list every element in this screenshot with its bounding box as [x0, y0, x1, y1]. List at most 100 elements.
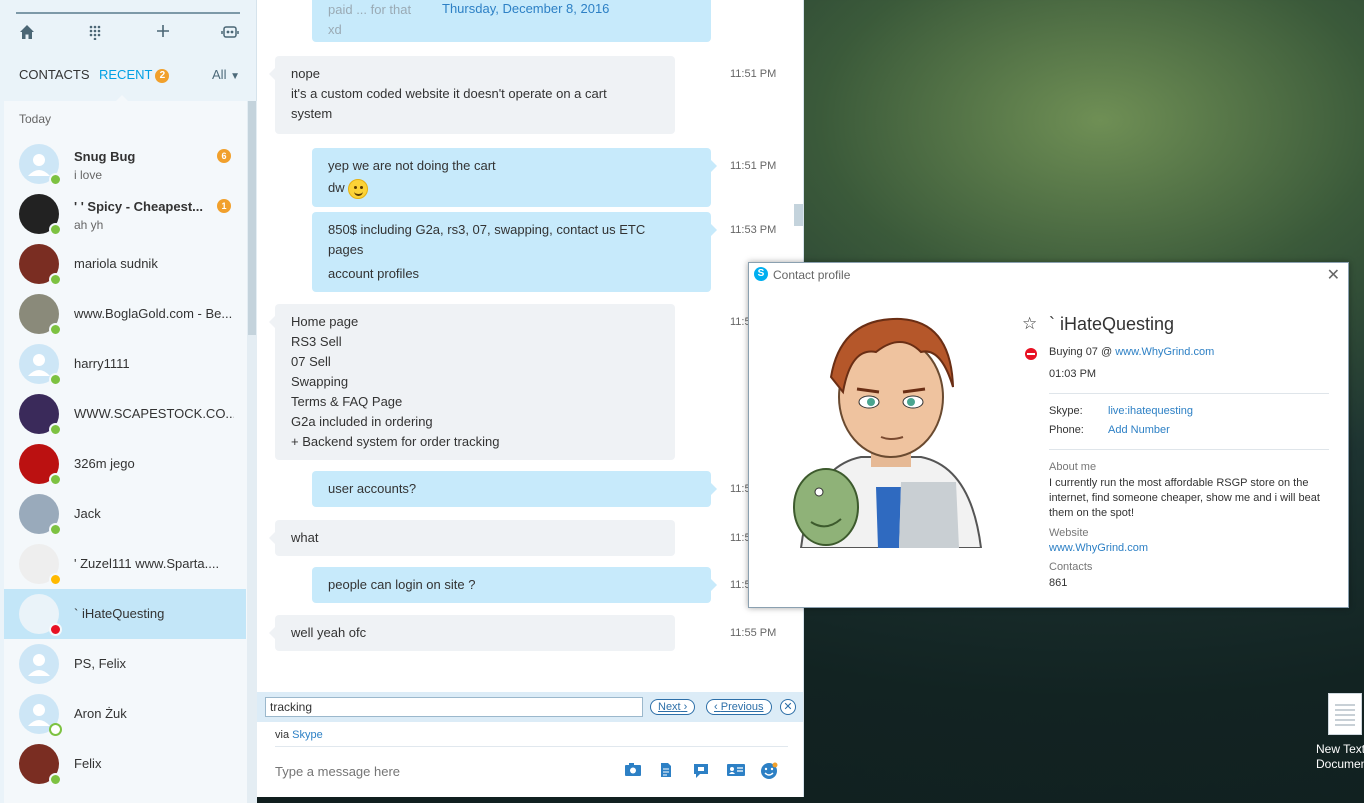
contact-row[interactable]: ' ' Spicy - Cheapest... ah yh 1	[4, 189, 246, 239]
list-scroll-thumb[interactable]	[248, 101, 256, 335]
chevron-down-icon: ▼	[230, 71, 240, 82]
close-icon[interactable]: ✕	[1327, 265, 1340, 285]
filter-dropdown[interactable]: All ▼	[212, 67, 240, 82]
profile-name: ` iHateQuesting	[1049, 314, 1175, 334]
about-heading: About me	[1049, 461, 1097, 473]
message-timestamp: 11:55 PM	[730, 627, 777, 639]
skype-logo-icon: S	[754, 267, 768, 281]
contact-row[interactable]: Felix	[4, 739, 246, 789]
incoming-message[interactable]: nope it's a custom coded website it doesn…	[269, 56, 675, 134]
find-input[interactable]	[265, 697, 643, 717]
via-label: via Skype	[275, 729, 323, 741]
outgoing-message[interactable]: people can login on site ?	[312, 567, 717, 603]
website-link[interactable]: www.WhyGrind.com	[1049, 542, 1148, 554]
presence-status-icon	[49, 723, 62, 736]
local-time: 01:03 PM	[1049, 368, 1097, 380]
contact-row[interactable]: www.BoglaGold.com - Be...	[4, 289, 246, 339]
via-skype-link[interactable]: Skype	[292, 729, 323, 741]
list-scrollbar[interactable]	[247, 101, 257, 803]
bot-icon[interactable]	[220, 24, 240, 44]
presence-status-icon	[49, 173, 62, 186]
send-image-icon[interactable]	[624, 762, 644, 780]
contact-name: WWW.SCAPESTOCK.CO...	[74, 406, 234, 421]
message-line: Swapping	[291, 374, 349, 389]
contact-name: ' Zuzel111 www.Sparta....	[74, 556, 220, 571]
contact-row[interactable]: ' Zuzel111 www.Sparta....	[4, 539, 246, 589]
contact-row[interactable]: Aron Żuk	[4, 689, 246, 739]
home-icon[interactable]	[17, 24, 37, 44]
send-contact-icon[interactable]	[726, 762, 746, 780]
outgoing-message[interactable]: user accounts?	[312, 471, 717, 507]
find-next-button[interactable]: Next ›	[650, 699, 696, 715]
composer-divider	[275, 746, 788, 747]
presence-status-icon	[49, 773, 62, 786]
message-line: user accounts?	[328, 481, 417, 496]
desktop-icon-label[interactable]: New Text Document	[1316, 742, 1364, 772]
chat-scroll-thumb[interactable]	[794, 204, 803, 226]
contact-name: Snug Bug	[74, 149, 136, 164]
skype-id-value[interactable]: live:ihatequesting	[1108, 405, 1193, 417]
bubble-tail	[269, 627, 275, 639]
incoming-message[interactable]: well yeah ofc	[269, 615, 675, 651]
section-heading: Today	[19, 112, 52, 126]
about-text: I currently run the most affordable RSGP…	[1049, 477, 1320, 519]
message-line: yep we are not doing the cart	[328, 158, 496, 173]
mood-text: Buying 07 @	[1049, 346, 1113, 358]
contact-row[interactable]: WWW.SCAPESTOCK.CO...	[4, 389, 246, 439]
add-icon[interactable]	[153, 24, 173, 44]
tab-contacts[interactable]: CONTACTS	[19, 67, 90, 82]
contact-name: www.BoglaGold.com - Be...	[74, 306, 233, 321]
contact-row[interactable]: ` iHateQuesting	[4, 589, 246, 639]
contacts-heading: Contacts	[1049, 561, 1093, 573]
find-next-label: Next	[658, 701, 681, 713]
message-line: system	[291, 106, 333, 121]
message-line: RS3 Sell	[291, 334, 342, 349]
emoticon-icon[interactable]	[760, 762, 780, 780]
presence-status-icon	[49, 223, 62, 236]
mood-link[interactable]: www.WhyGrind.com	[1115, 346, 1214, 358]
incoming-message[interactable]: what	[269, 520, 675, 556]
contact-last-message: ah yh	[74, 218, 104, 232]
contact-row[interactable]: Snug Bug i love 6	[4, 139, 246, 189]
close-icon[interactable]: ✕	[780, 699, 796, 715]
presence-status-icon	[49, 573, 62, 586]
contact-row[interactable]: Jack	[4, 489, 246, 539]
contact-row[interactable]: PS, Felix	[4, 639, 246, 689]
find-previous-button[interactable]: ‹ Previous	[706, 699, 772, 715]
contact-row[interactable]: 326m jego	[4, 439, 246, 489]
bubble-tail	[711, 224, 717, 236]
contact-name: Aron Żuk	[74, 706, 127, 721]
favorite-star-icon[interactable]: ☆	[1022, 314, 1037, 334]
date-divider: Thursday, December 8, 2016	[442, 1, 610, 16]
outgoing-message[interactable]: 850$ including G2a, rs3, 07, swapping, c…	[312, 212, 717, 292]
contact-row[interactable]: mariola sudnik	[4, 239, 246, 289]
contact-name: 326m jego	[74, 456, 135, 471]
bubble-tail	[711, 483, 717, 495]
video-message-icon[interactable]	[692, 762, 712, 780]
divider	[1049, 449, 1329, 450]
dialpad-icon[interactable]	[85, 24, 105, 44]
unread-badge: 6	[217, 149, 231, 163]
add-number-link[interactable]: Add Number	[1108, 424, 1170, 436]
message-input[interactable]	[275, 764, 595, 779]
contact-row[interactable]: harry1111	[4, 339, 246, 389]
unread-badge: 1	[217, 199, 231, 213]
message-line: what	[291, 530, 319, 545]
message-timestamp: 11:53 PM	[730, 224, 777, 236]
contact-name: Jack	[74, 506, 101, 521]
incoming-message[interactable]: Home page RS3 Sell 07 Sell Swapping Terms & …	[269, 304, 675, 460]
filter-label: All	[212, 67, 227, 82]
presence-status-icon	[49, 523, 62, 536]
message-line: account profiles	[328, 266, 420, 281]
window-title: Contact profile	[773, 268, 851, 282]
text-document-icon[interactable]	[1328, 693, 1362, 735]
contact-name: Felix	[74, 756, 102, 771]
contact-name: harry1111	[74, 356, 130, 371]
tongue-emoticon-icon	[347, 178, 368, 199]
sidebar-top-divider	[16, 12, 240, 14]
contacts-count: 861	[1049, 577, 1068, 589]
outgoing-message[interactable]: yep we are not doing the cart dw	[312, 148, 717, 207]
tab-recent[interactable]: RECENT 2	[99, 67, 170, 83]
send-file-icon[interactable]	[659, 762, 679, 780]
via-prefix: via	[275, 729, 290, 741]
